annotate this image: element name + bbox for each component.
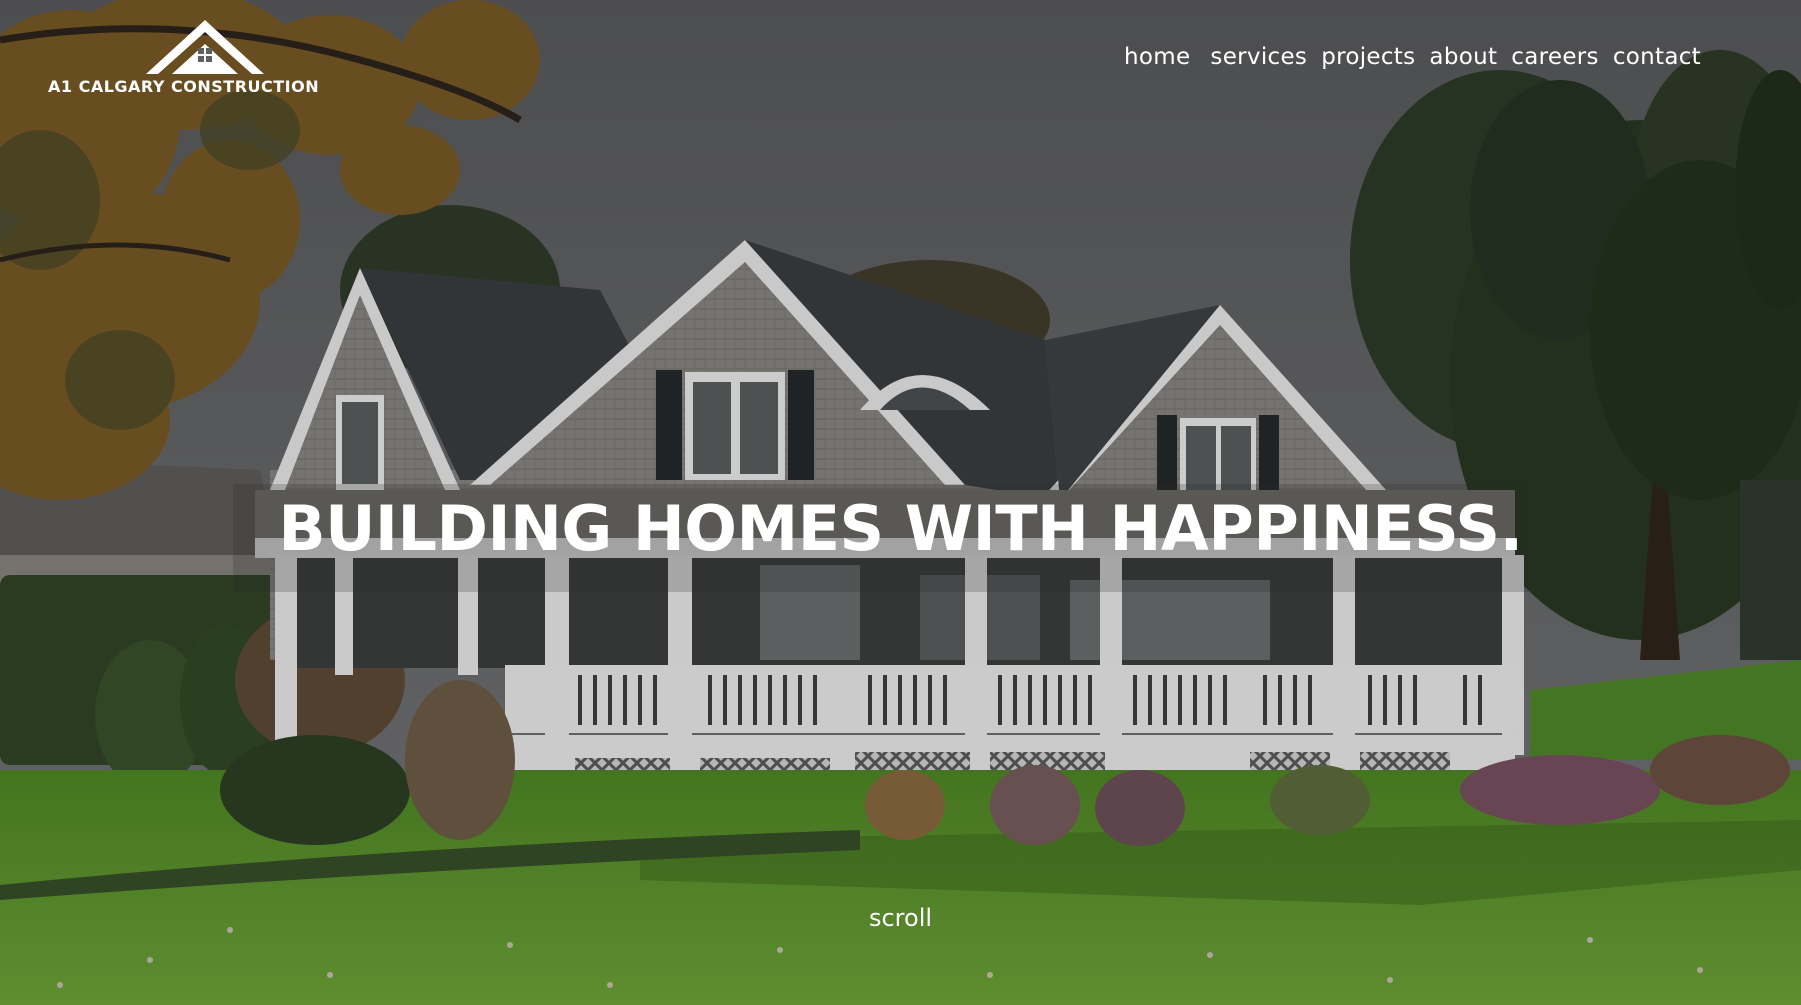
house-roof-icon	[146, 20, 264, 74]
nav-about-link[interactable]: about	[1429, 44, 1497, 70]
hero-headline: BUILDING HOMES WITH HAPPINESS.	[278, 492, 1523, 565]
hero-section: A1 CALGARY CONSTRUCTION home services pr…	[0, 0, 1801, 1005]
nav-services-link[interactable]: services	[1210, 44, 1307, 70]
scroll-link[interactable]: scroll	[0, 904, 1801, 932]
nav-contact-link[interactable]: contact	[1613, 44, 1701, 70]
nav-home-link[interactable]: home	[1124, 44, 1190, 70]
brand-name: A1 CALGARY CONSTRUCTION	[48, 77, 320, 96]
nav-projects-link[interactable]: projects	[1321, 44, 1415, 70]
nav-careers-link[interactable]: careers	[1511, 44, 1599, 70]
brand-logo[interactable]: A1 CALGARY CONSTRUCTION	[48, 18, 368, 102]
main-nav: home services projects about careers con…	[1124, 44, 1701, 70]
